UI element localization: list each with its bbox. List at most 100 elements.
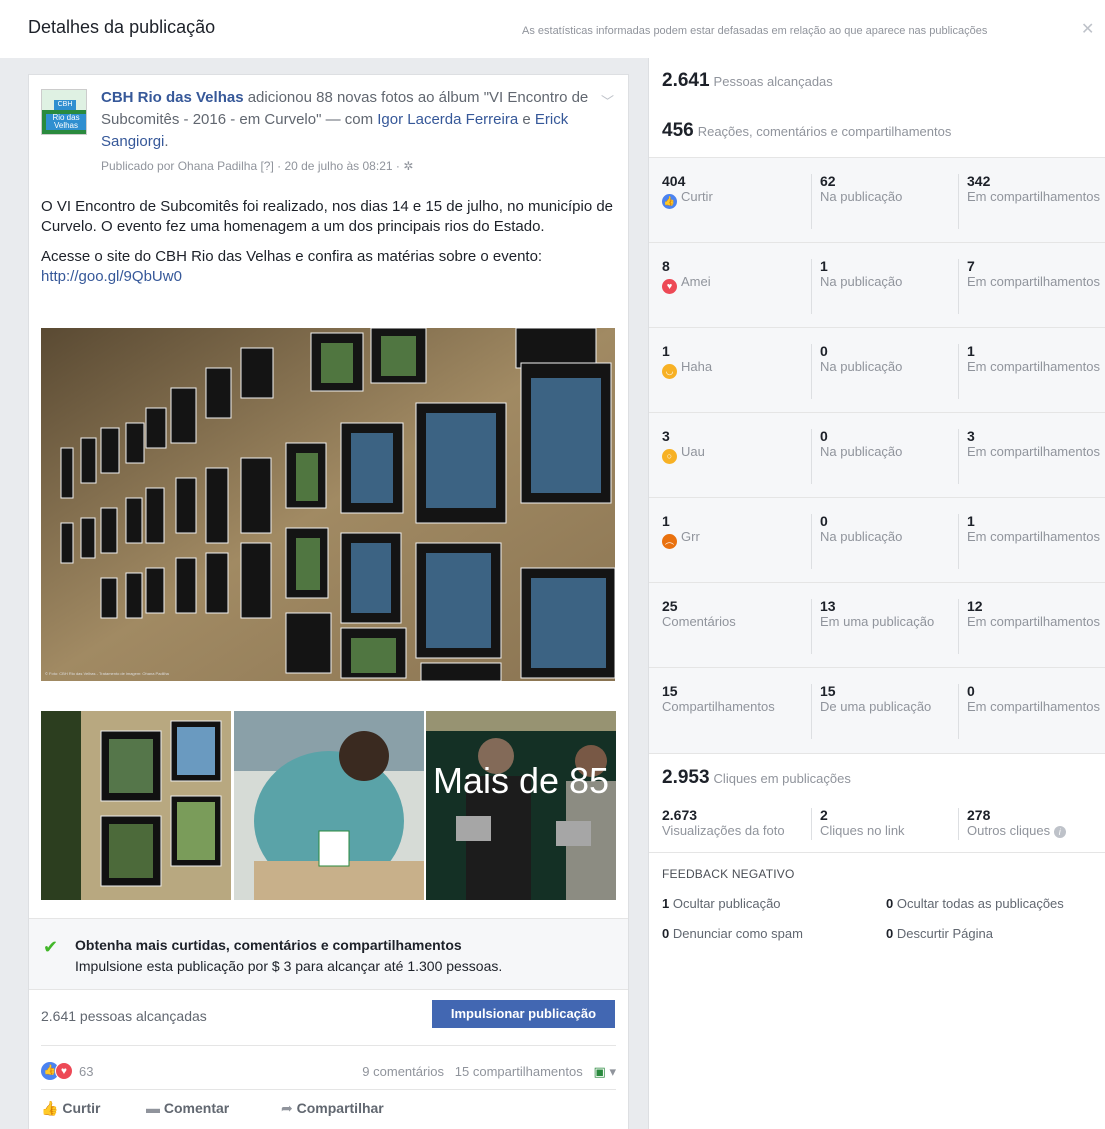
gallery-wall-photo: © Foto: CBH Rio das Velhas - Tratamento … [41,328,615,681]
on-post-stat: 1 Na publicação [811,259,953,314]
on-post-label: De uma publicação [820,699,932,714]
tagged-user-link[interactable]: Igor Lacerda Ferreira [377,111,518,128]
engagement-row: 25 Comentários 13 Em uma publicação 12 Em com… [649,583,1105,668]
clicks-number: 2.953 [662,767,710,788]
reaction-total: 15 Compartilhamentos [662,683,802,715]
stats-panel: 2.641 Pessoas alcançadas 456 Reações, come… [648,58,1105,1129]
on-post-number: 13 [820,598,836,614]
haha-reaction-icon: ◡ [662,364,677,379]
photo-views-stat: 2.673 Visualizações da foto [662,807,802,839]
post-link[interactable]: http://goo.gl/9QbUw0 [41,268,182,285]
close-icon[interactable]: ✕ [1081,19,1094,39]
photo-views-label: Visualizações da foto [662,823,785,838]
share-button[interactable]: ➦ Compartilhar [281,1100,384,1117]
post-clicks-section: 2.953 Cliques em publicações 2.673 Visual… [649,755,1105,853]
info-icon[interactable]: i [1053,826,1066,838]
spam-number: 0 [662,926,670,941]
on-post-stat: 0 Na publicação [811,344,953,399]
comment-button[interactable]: ▬ Comentar [146,1100,229,1116]
like-button[interactable]: 👍 Curtir [41,1100,100,1117]
other-clicks-number: 278 [967,807,991,823]
on-shares-label: Em compartilhamentos [967,274,1100,289]
reaction-total-number: 15 [662,683,678,699]
love-reaction-icon[interactable]: ♥ [55,1062,73,1080]
on-post-number: 15 [820,683,836,699]
reaction-total: 3 ○ Uau [662,429,802,464]
reaction-type-label: ○ Uau [662,444,802,464]
reaction-type-label: Compartilhamentos [662,699,802,714]
post-paragraph: O VI Encontro de Subcomitês foi realizad… [41,198,614,235]
reaction-total: 25 Comentários [662,599,802,630]
reaction-total: 8 ♥ Amei [662,259,802,294]
on-post-number: 0 [820,428,828,444]
wow-reaction-icon: ○ [662,449,677,464]
reaction-total-number: 3 [662,428,670,444]
on-post-label: Na publicação [820,189,903,204]
on-post-number: 62 [820,173,836,189]
hide-all-label: Ocultar todas as publicações [896,896,1064,911]
chevron-down-icon[interactable]: ﹀ [601,91,614,110]
other-clicks-stat: 278 Outros cliques i [958,808,1104,840]
promo-subtitle: Impulsione esta publicação por $ 3 para … [75,958,503,974]
caret-down-icon[interactable]: ▾ [609,1064,616,1079]
boost-post-button[interactable]: Impulsionar publicação [432,1000,615,1028]
on-shares-number: 1 [967,513,975,529]
other-clicks-label: Outros cliques [967,823,1051,838]
on-post-label: Na publicação [820,444,903,459]
photo-views-number: 2.673 [662,807,698,823]
on-shares-number: 12 [967,598,983,614]
on-shares-label: Em compartilhamentos [967,699,1100,714]
on-post-stat: 13 Em uma publicação [811,599,953,654]
engagement-breakdown: 404 👍 Curtir 62 Na publicação 342 Em compartil… [649,157,1105,754]
reaction-total-number: 1 [662,343,670,359]
reaction-total: 404 👍 Curtir [662,174,802,209]
checkmark-icon: ✔ [43,937,59,957]
reaction-type-label: 👍 Curtir [662,189,802,209]
engagement-row: 8 ♥ Amei 1 Na publicação 7 Em compartilhamento… [649,243,1105,328]
on-shares-stat: 3 Em compartilhamentos [958,429,1104,484]
engagement-number: 456 [662,120,694,141]
post-photo-main[interactable]: © Foto: CBH Rio das Velhas - Tratamento … [41,328,615,681]
reaction-type-text: Uau [681,444,705,459]
thumbs-up-icon: 👍 [41,1100,59,1116]
on-shares-number: 0 [967,683,975,699]
reach-footer-text: 2.641 pessoas alcançadas [41,1008,207,1024]
on-shares-number: 7 [967,258,975,274]
comment-label: Comentar [163,1100,230,1116]
page-name-link[interactable]: CBH Rio das Velhas [101,89,244,106]
on-post-stat: 62 Na publicação [811,174,953,229]
hide-post-stat: 1 Ocultar publicação [662,896,781,911]
avatar-sublabel: Rio das Velhas [46,114,86,130]
avatar-label: CBH [54,100,76,110]
engagement-row: 1 ◡ Haha 0 Na publicação 1 Em compartilhamento… [649,328,1105,413]
on-post-stat: 15 De uma publicação [811,684,953,739]
hide-post-label: Ocultar publicação [672,896,781,911]
engagement-row: 15 Compartilhamentos 15 De uma publicação 0 E… [649,668,1105,753]
reaction-type-text: Grr [681,529,700,544]
more-photos-tile[interactable]: Mais de 85 [426,711,616,900]
like-label: Curtir [62,1100,101,1116]
engagement-stat: 456 Reações, comentários e compartilhamen… [662,120,1105,142]
on-shares-label: Em compartilhamentos [967,529,1100,544]
comments-count[interactable]: 9 comentários [362,1064,444,1079]
reaction-count[interactable]: 63 [79,1064,93,1079]
other-clicks-label-wrap: Outros cliques i [967,823,1104,838]
on-shares-stat: 1 Em compartilhamentos [958,344,1104,399]
divider [41,1045,616,1046]
on-post-stat: 0 Na publicação [811,514,953,569]
on-shares-stat: 1 Em compartilhamentos [958,514,1104,569]
post-photo-thumb[interactable] [234,711,424,900]
on-post-number: 0 [820,343,828,359]
reaction-type-text: Haha [681,359,713,374]
comment-icon: ▬ [146,1100,160,1116]
shares-count[interactable]: 15 compartilhamentos [455,1064,583,1079]
reaction-total-number: 404 [662,173,686,189]
page-avatar[interactable]: CBH Rio das Velhas [41,89,87,135]
post-photo-thumb[interactable] [41,711,231,900]
unlike-number: 0 [886,926,894,941]
on-post-label: Na publicação [820,359,903,374]
page-selector-icon[interactable]: ▣ [594,1064,606,1079]
divider [41,1089,616,1090]
on-post-number: 1 [820,258,828,274]
reaction-type-text: Comentários [662,614,736,629]
